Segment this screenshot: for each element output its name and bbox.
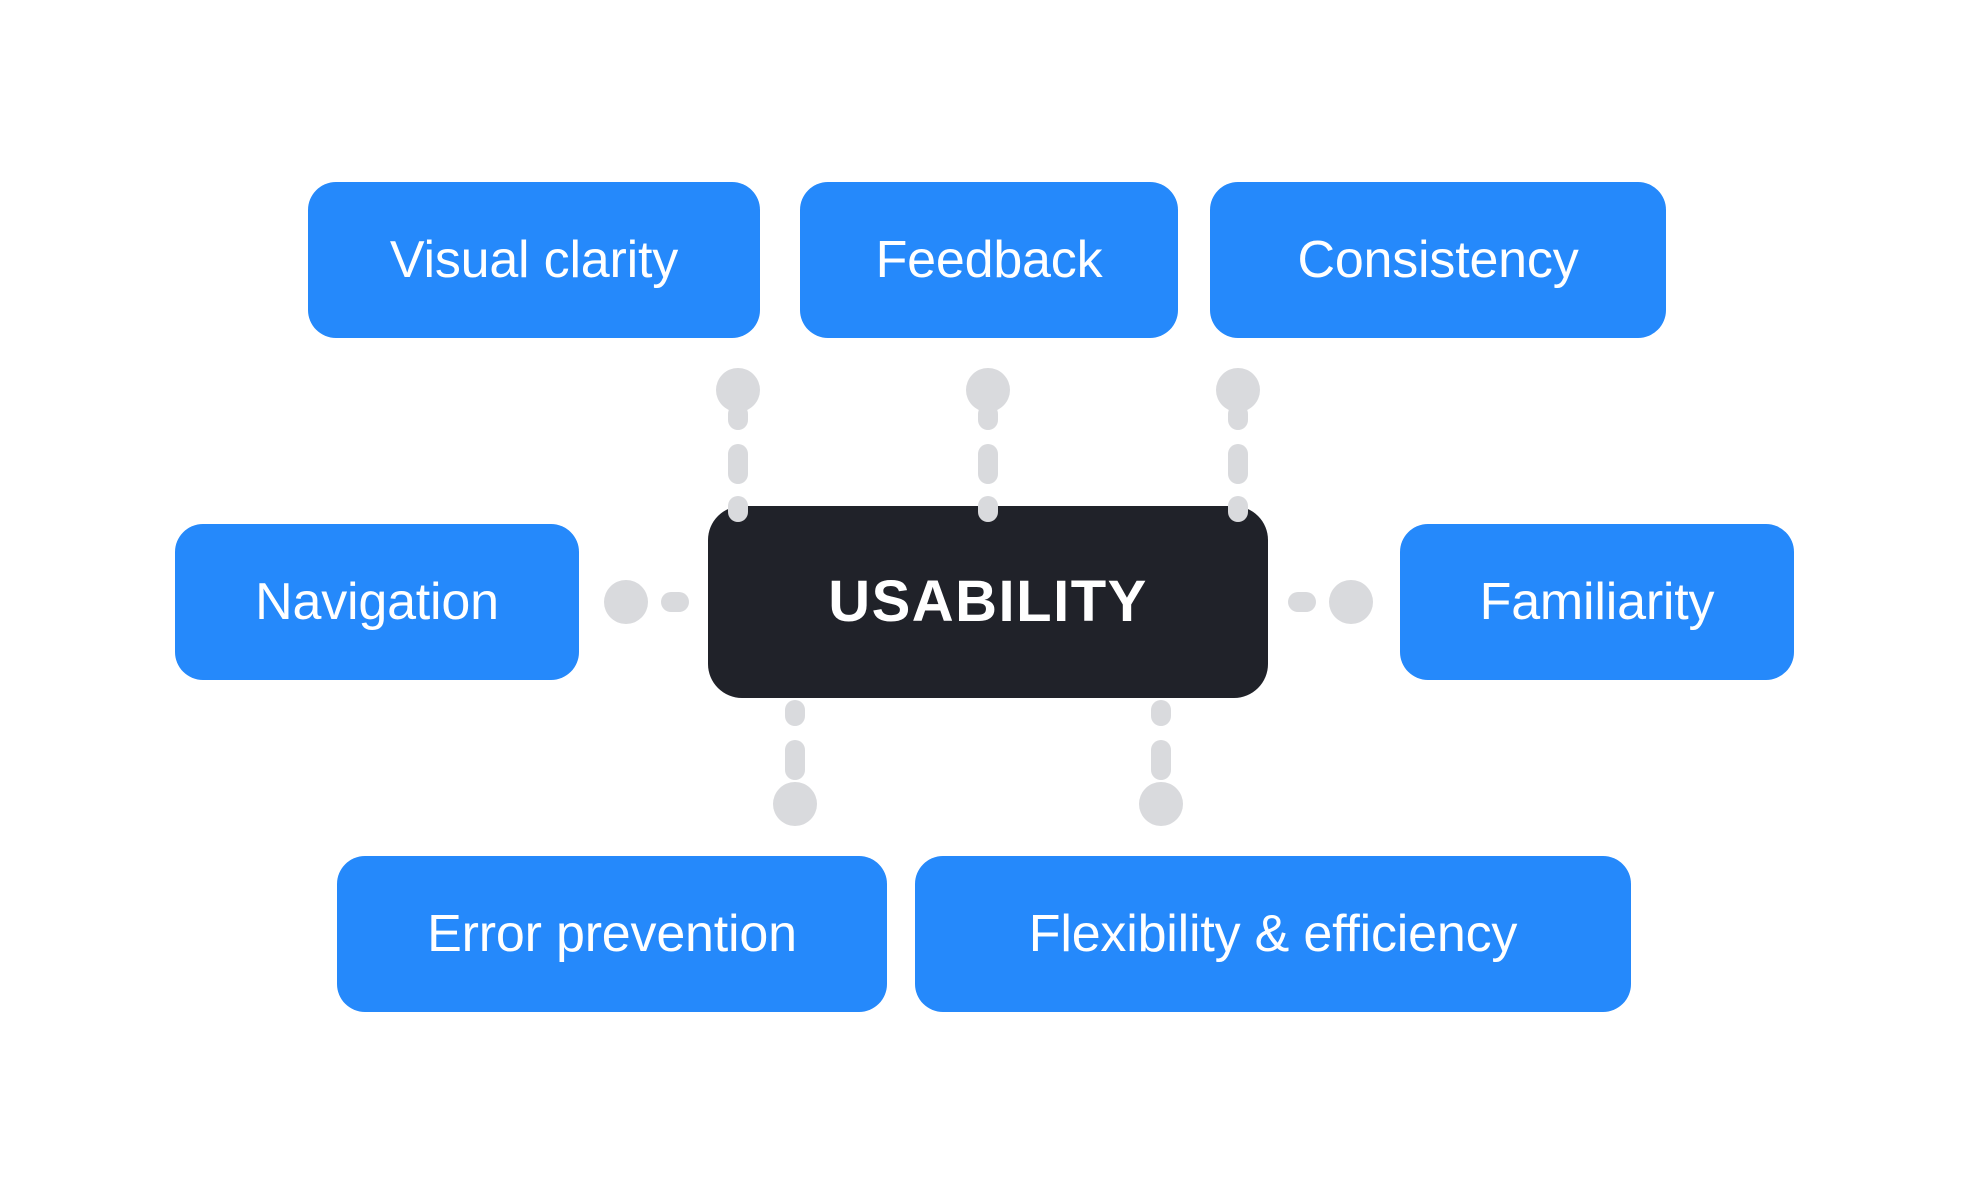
connector-dash [785, 700, 805, 726]
connector-endpoint-dot [604, 580, 648, 624]
connector-dash [1151, 700, 1171, 726]
connector-dash [728, 404, 748, 430]
connector-dash [728, 496, 748, 522]
connector-endpoint-dot [773, 782, 817, 826]
branch-label-flexibility-efficiency: Flexibility & efficiency [1028, 905, 1518, 963]
connector-dash [978, 496, 998, 522]
center-node-usability[interactable]: USABILITY [708, 506, 1268, 698]
connector-dash [1151, 740, 1171, 780]
branch-node-navigation[interactable]: Navigation [175, 524, 579, 680]
branch-node-familiarity[interactable]: Familiarity [1400, 524, 1794, 680]
branch-node-feedback[interactable]: Feedback [800, 182, 1178, 338]
branch-node-consistency[interactable]: Consistency [1210, 182, 1666, 338]
branch-node-visual-clarity[interactable]: Visual clarity [308, 182, 760, 338]
branch-label-consistency: Consistency [1297, 231, 1579, 289]
branch-label-error-prevention: Error prevention [427, 905, 797, 963]
connector-dash [1288, 592, 1316, 612]
center-node-label: USABILITY [828, 569, 1148, 634]
branch-node-error-prevention[interactable]: Error prevention [337, 856, 887, 1012]
connector-dash [728, 444, 748, 484]
connector-dash [978, 444, 998, 484]
branch-node-flexibility-efficiency[interactable]: Flexibility & efficiency [915, 856, 1631, 1012]
connector-dash [1228, 404, 1248, 430]
connector-dash [978, 404, 998, 430]
connector-dash [1228, 496, 1248, 522]
branch-label-navigation: Navigation [255, 573, 499, 631]
connector-dash [1228, 444, 1248, 484]
branch-label-feedback: Feedback [875, 231, 1103, 289]
branch-label-familiarity: Familiarity [1479, 573, 1715, 631]
connector-dash [661, 592, 689, 612]
branch-label-visual-clarity: Visual clarity [389, 231, 679, 289]
connector-dash [785, 740, 805, 780]
connector-endpoint-dot [1139, 782, 1183, 826]
connector-endpoint-dot [1329, 580, 1373, 624]
mind-map-canvas: Visual clarity Feedback Consistency Navi… [0, 0, 1968, 1200]
